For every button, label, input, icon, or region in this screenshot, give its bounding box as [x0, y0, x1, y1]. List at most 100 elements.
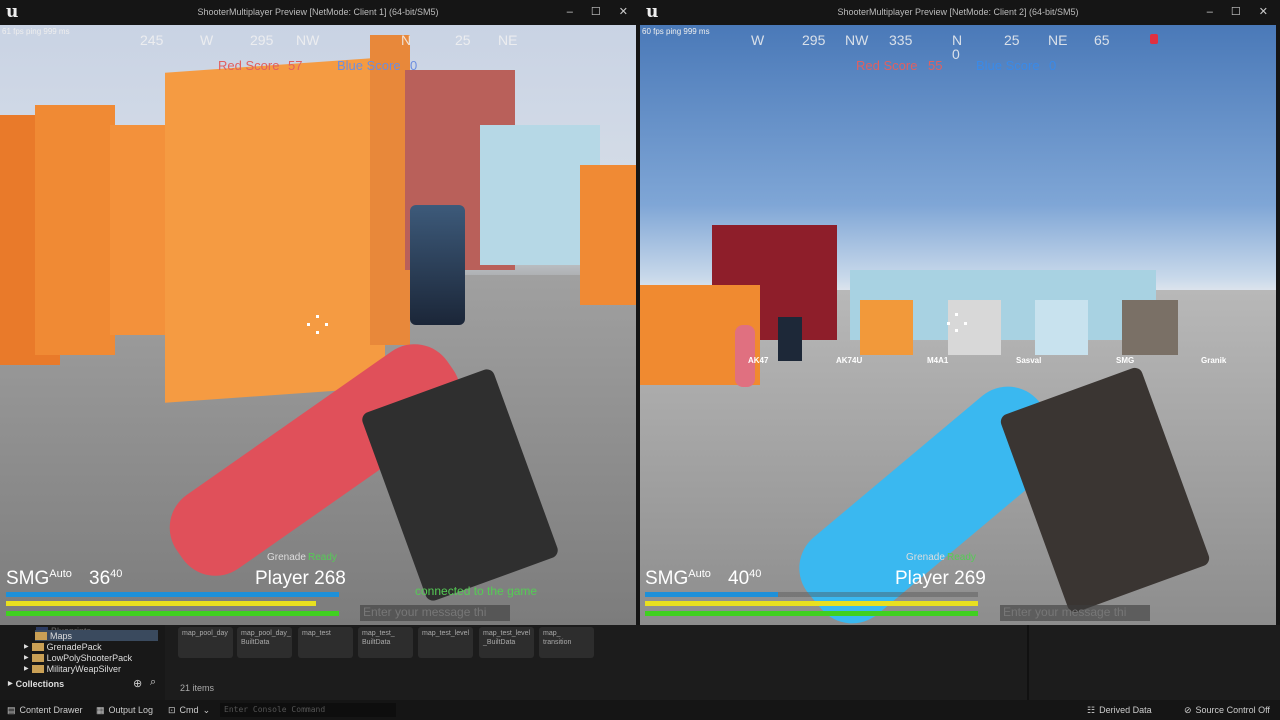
- folder-item[interactable]: ▶ GrenadePack: [24, 641, 102, 652]
- compass-tick: 0: [952, 46, 960, 62]
- wall-orange: [370, 35, 410, 345]
- chat-input[interactable]: Enter your message thi: [1000, 605, 1150, 621]
- player-name: Player 268: [255, 568, 346, 589]
- console-input[interactable]: Enter Console Command: [220, 703, 396, 717]
- barrel: [410, 205, 465, 325]
- compass-tick: NE: [1048, 32, 1068, 48]
- health-bar: [645, 611, 978, 616]
- folder-icon: [31, 642, 44, 651]
- shield-bar: [6, 592, 339, 597]
- client1-viewport[interactable]: 61 fps ping 999 ms 245 W 295 NW N 25 NE …: [0, 25, 636, 625]
- unreal-logo-icon: u: [646, 2, 659, 22]
- grenade-label: Grenade: [906, 552, 945, 563]
- window-title: ShooterMultiplayer Preview [NetMode: Cli…: [837, 7, 1079, 17]
- target-panel: [1122, 300, 1178, 355]
- weapon-label: SMG: [1116, 356, 1135, 365]
- close-button[interactable]: ✕: [619, 0, 628, 25]
- grenade-status: Ready: [947, 552, 976, 563]
- output-log-button[interactable]: ▦ Output Log: [96, 700, 153, 720]
- panel-divider: [1027, 625, 1029, 700]
- compass-tick: N: [401, 32, 412, 48]
- client2-titlebar[interactable]: u ShooterMultiplayer Preview [NetMode: C…: [640, 0, 1276, 25]
- compass-tick: NW: [845, 32, 869, 48]
- minimize-button[interactable]: –: [1207, 0, 1213, 25]
- fps-readout: 60 fps ping 999 ms: [642, 27, 710, 36]
- minimize-button[interactable]: –: [567, 0, 573, 25]
- red-score-label: Red Score: [218, 58, 280, 73]
- maximize-button[interactable]: ☐: [1231, 0, 1241, 25]
- asset-tile[interactable]: map_pool_day_ BuiltData: [237, 627, 292, 658]
- folder-item-selected[interactable]: Maps: [35, 630, 158, 641]
- folder-icon: [31, 664, 44, 673]
- search-icon[interactable]: ⌕: [150, 676, 156, 689]
- client1-window: u ShooterMultiplayer Preview [NetMode: C…: [0, 0, 636, 625]
- folder-icon: [31, 653, 44, 662]
- source-control-off-icon: ⊘: [1184, 705, 1192, 715]
- target-panel: [1035, 300, 1088, 355]
- compass-tick: W: [200, 32, 214, 48]
- chevron-down-icon: ⌄: [202, 705, 211, 715]
- cmd-dropdown[interactable]: ⊡ Cmd ⌄: [168, 700, 210, 720]
- asset-tile[interactable]: map_test: [298, 627, 353, 658]
- player-name: Player 269: [895, 568, 986, 589]
- client2-viewport[interactable]: AK47 AK74U M4A1 Sasval SMG Granik 60 fps…: [640, 25, 1276, 625]
- weapon-label: AK74U: [836, 356, 863, 365]
- compass-tick: 245: [140, 32, 164, 48]
- log-icon: ▦: [96, 705, 105, 715]
- weapon-label: M4A1: [927, 356, 949, 365]
- wall-orange: [35, 105, 115, 355]
- terminal-icon: ⊡: [168, 705, 176, 715]
- shield-bar: [645, 592, 778, 597]
- folder-item[interactable]: ▶ LowPolyShooterPack: [24, 652, 132, 663]
- asset-tile[interactable]: map_test_ BuiltData: [358, 627, 413, 658]
- unreal-logo-icon: u: [6, 2, 19, 22]
- fps-readout: 61 fps ping 999 ms: [2, 27, 70, 36]
- crosshair-icon: [955, 313, 958, 316]
- wall-orange: [165, 57, 385, 403]
- compass-tick: 295: [802, 32, 826, 48]
- asset-tile[interactable]: map_ transition: [539, 627, 594, 658]
- database-icon: ☷: [1087, 705, 1096, 715]
- health-bar: [6, 611, 339, 616]
- grenade-label: Grenade: [267, 552, 306, 563]
- collections-header[interactable]: ▶ Collections: [8, 678, 64, 689]
- asset-tile[interactable]: map_pool_day: [178, 627, 233, 658]
- wall-orange: [580, 165, 636, 305]
- close-button[interactable]: ✕: [1259, 0, 1268, 25]
- chat-message: connected to the game: [415, 584, 538, 598]
- stamina-bar: [6, 601, 316, 606]
- compass-tick: 25: [1004, 32, 1020, 48]
- crosshair-icon: [316, 315, 319, 318]
- client2-window: u ShooterMultiplayer Preview [NetMode: C…: [640, 0, 1276, 625]
- asset-tile[interactable]: map_test_level _BuiltData: [479, 627, 534, 658]
- blue-score-label: Blue Score: [337, 58, 401, 73]
- folder-icon: [35, 631, 47, 640]
- derived-data-button[interactable]: ☷ Derived Data: [1087, 700, 1152, 720]
- fire-mode: Auto: [49, 568, 72, 580]
- compass-tick: 25: [455, 32, 471, 48]
- grenade-status: Ready: [308, 552, 337, 563]
- red-score: 57: [288, 58, 303, 73]
- content-browser: Blueprints Maps ▶GrenadePack ▶LowPolySho…: [0, 625, 1280, 700]
- stamina-bar: [645, 601, 978, 606]
- folder-item[interactable]: ▶ MilitaryWeapSilver: [24, 663, 121, 674]
- content-drawer-button[interactable]: ▤ Content Drawer: [7, 700, 83, 720]
- compass-tick: 65: [1094, 32, 1110, 48]
- blue-score: 0: [1049, 58, 1057, 73]
- weapon-label: Granik: [1201, 356, 1227, 365]
- chat-input[interactable]: Enter your message thi: [360, 605, 510, 621]
- item-count: 21 items: [180, 683, 215, 693]
- maximize-button[interactable]: ☐: [591, 0, 601, 25]
- compass-tick: 295: [250, 32, 274, 48]
- asset-tile[interactable]: map_test_level: [418, 627, 473, 658]
- client1-titlebar[interactable]: u ShooterMultiplayer Preview [NetMode: C…: [0, 0, 636, 25]
- compass-tick: NW: [296, 32, 320, 48]
- target-panel: [860, 300, 913, 355]
- weapon-label: AK47: [748, 356, 769, 365]
- source-control-button[interactable]: ⊘ Source Control Off: [1184, 700, 1270, 720]
- red-score: 55: [928, 58, 943, 73]
- blue-score: 0: [410, 58, 418, 73]
- red-score-label: Red Score: [856, 58, 918, 73]
- weapon-name: SMGAuto: [6, 568, 72, 589]
- add-collection-icon[interactable]: ⊕: [133, 677, 142, 690]
